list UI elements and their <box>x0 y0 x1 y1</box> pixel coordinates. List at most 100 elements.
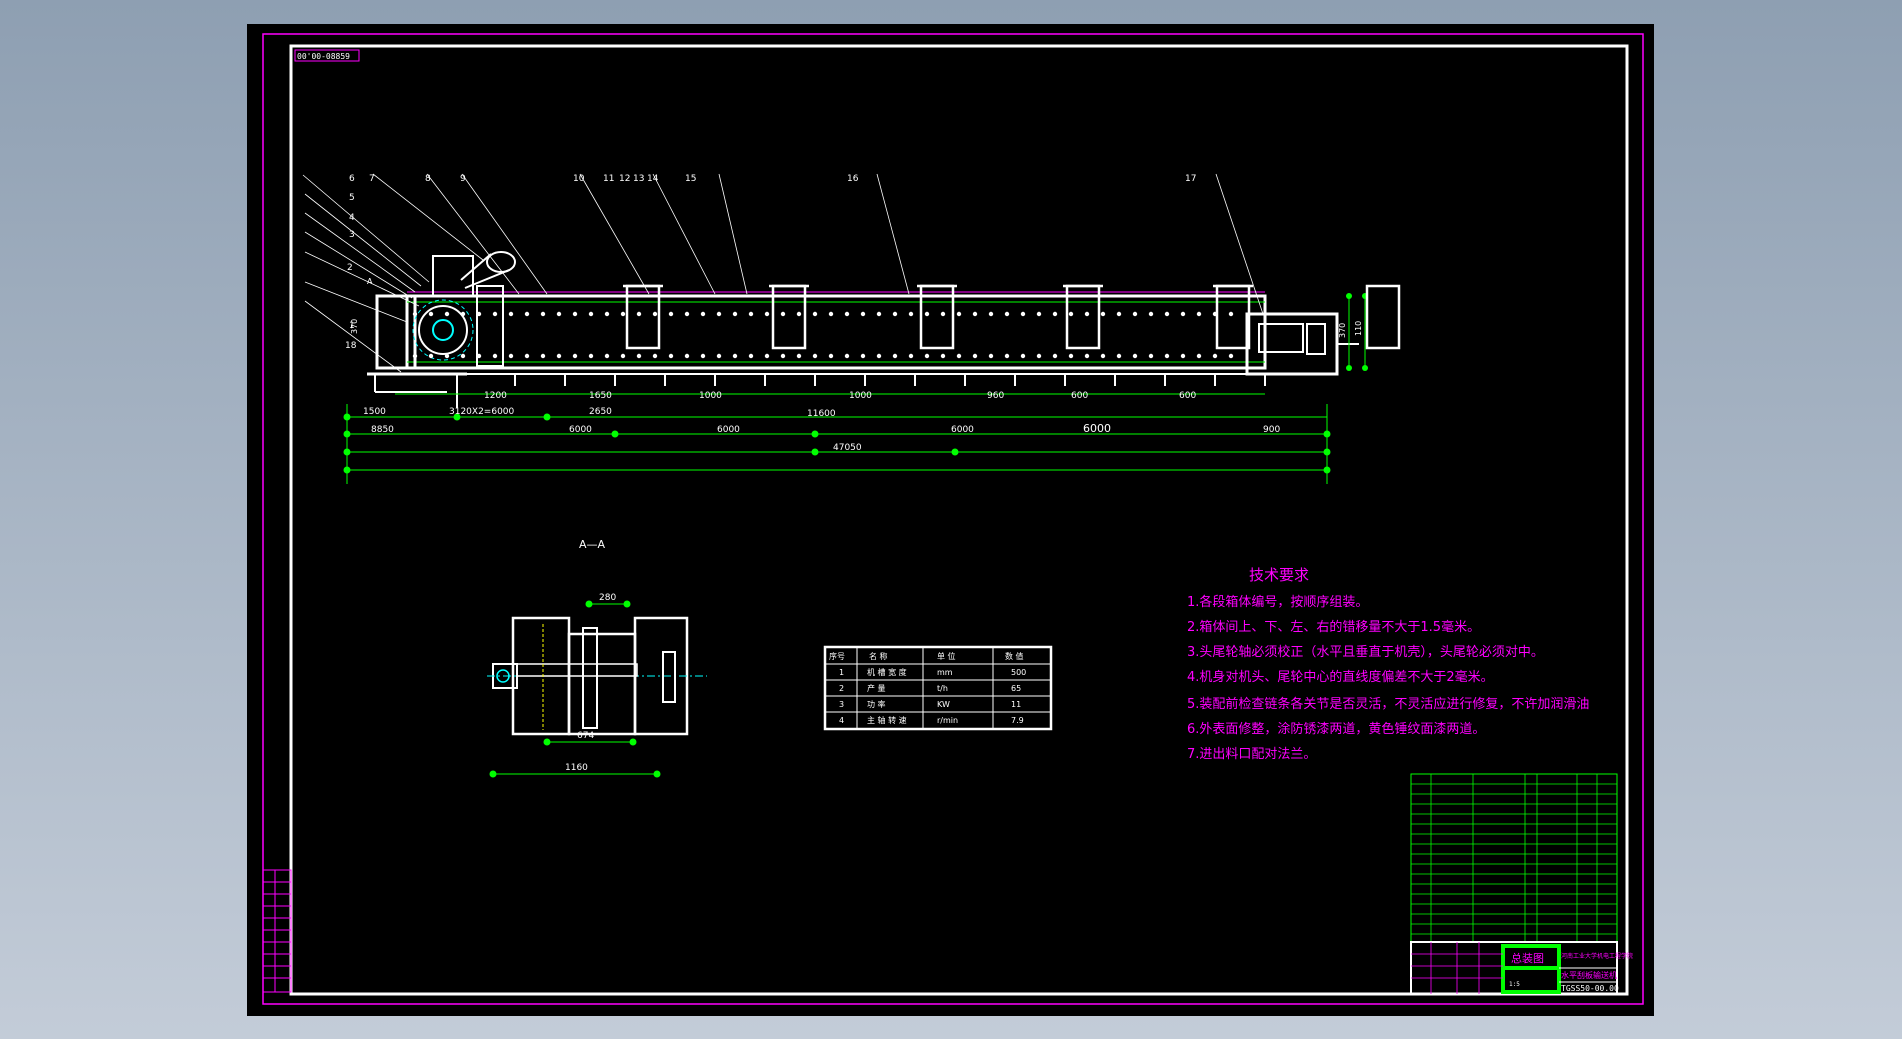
chain-link <box>1148 311 1154 317</box>
chain-link <box>972 353 978 359</box>
chain-link <box>892 311 898 317</box>
chain-link <box>1196 311 1202 317</box>
dim-text: 6000 <box>1083 422 1111 435</box>
section-dim-overall: 1160 <box>565 763 588 773</box>
chain-link <box>1180 353 1186 359</box>
part-number: 8 <box>425 174 431 184</box>
table-cell: KW <box>937 700 950 709</box>
chain-link <box>908 353 914 359</box>
support-legs <box>514 374 1266 386</box>
tech-requirements-title: 技术要求 <box>1249 566 1309 584</box>
chain-link <box>924 353 930 359</box>
chain-link <box>476 311 482 317</box>
tech-requirements: 技术要求 1.各段箱体编号，按顺序组装。 2.箱体间上、下、左、右的错移量不大于… <box>1187 566 1589 762</box>
dim-text: 47050 <box>833 443 862 453</box>
part-number: 11 <box>603 174 614 184</box>
part-number: 14 <box>647 174 659 184</box>
chain-link <box>844 311 850 317</box>
chain-link <box>604 353 610 359</box>
table-cell: 3 <box>839 700 844 709</box>
chain-link <box>492 353 498 359</box>
drawing-number: TGSS50-00.00 <box>1561 984 1619 993</box>
chain-link <box>748 311 754 317</box>
part-number: 10 <box>573 174 585 184</box>
chain-link <box>796 311 802 317</box>
chain-link <box>1004 353 1010 359</box>
section-label: A—A <box>579 538 606 551</box>
chain-link <box>892 353 898 359</box>
dim-text: 1200 <box>484 391 507 401</box>
chain-link <box>988 311 994 317</box>
inner-border <box>289 44 1629 996</box>
tech-requirement-item: 4.机身对机头、尾轮中心的直线度偏差不大于2毫米。 <box>1187 669 1494 685</box>
dim-text: 370 <box>1338 323 1347 338</box>
table-cell: 500 <box>1011 668 1026 677</box>
chain-link <box>636 353 642 359</box>
tech-requirement-item: 1.各段箱体编号，按顺序组装。 <box>1187 594 1368 610</box>
section-view <box>487 616 707 736</box>
chain-link <box>1004 311 1010 317</box>
dim-text: 11600 <box>807 409 836 419</box>
chain-link <box>1068 353 1074 359</box>
chain-link <box>908 311 914 317</box>
chain-link <box>556 311 562 317</box>
chain-link <box>412 311 418 317</box>
table-cell: 7.9 <box>1011 716 1024 725</box>
table-header: 序号 <box>829 651 845 661</box>
chain-link <box>1020 311 1026 317</box>
table-cell: 2 <box>839 684 844 693</box>
chain-link <box>748 353 754 359</box>
chain-link <box>1084 353 1090 359</box>
chain-link <box>1020 353 1026 359</box>
chain-link <box>556 353 562 359</box>
chain-link <box>1068 311 1074 317</box>
dim-text: 1000 <box>849 391 872 401</box>
chain-link <box>588 353 594 359</box>
chain-link <box>764 353 770 359</box>
table-cell: 功 率 <box>867 699 886 709</box>
chain-link <box>1052 311 1058 317</box>
chain-link <box>700 353 706 359</box>
chain-link <box>1132 311 1138 317</box>
table-cell: 主 轴 转 速 <box>867 715 907 725</box>
chain-link <box>1036 353 1042 359</box>
cad-drawing: 00'00-08859 1 2 3 4 5 6 7 8 9 10 11 12 1… <box>262 33 1644 1005</box>
parts-list <box>1410 773 1618 943</box>
dim-text: 1650 <box>589 391 612 401</box>
dimension-texts: 1200 1650 1000 1000 960 600 600 1500 312… <box>350 319 1363 453</box>
dim-text: 370 <box>350 319 359 334</box>
chain-link <box>476 353 482 359</box>
part-number: 5 <box>349 193 355 203</box>
chain-link <box>860 311 866 317</box>
dim-text: 600 <box>1179 391 1196 401</box>
chain-link <box>668 311 674 317</box>
drawing-scale: 1:5 <box>1509 981 1520 988</box>
chain-link <box>876 353 882 359</box>
chain-link <box>492 311 498 317</box>
table-header: 数 值 <box>1005 651 1024 661</box>
chain-link <box>1052 353 1058 359</box>
table-header: 名 称 <box>869 651 888 661</box>
part-number: 18 <box>345 341 357 351</box>
table-cell: 4 <box>839 716 844 725</box>
chain-link <box>1212 311 1218 317</box>
chain-link <box>1100 311 1106 317</box>
chain-link <box>716 311 722 317</box>
chain-link <box>844 353 850 359</box>
part-number: 15 <box>685 174 696 184</box>
chain-link <box>812 353 818 359</box>
part-number: 7 <box>369 174 375 184</box>
dim-text: 600 <box>1071 391 1088 401</box>
chain-link <box>828 353 834 359</box>
title-block: 总装图 河南工业大学机电工程学院 水平刮板输送机 TGSS50-00.00 1:… <box>1410 941 1633 995</box>
part-number: 13 <box>633 174 644 184</box>
chain-link <box>444 353 450 359</box>
chain-link <box>620 311 626 317</box>
chain-link <box>764 311 770 317</box>
chain-link <box>540 353 546 359</box>
chain-link <box>604 311 610 317</box>
outer-border <box>262 33 1644 1005</box>
chain-link <box>524 311 530 317</box>
part-number: 9 <box>460 174 466 184</box>
corner-drawing-number: 00'00-08859 <box>297 52 350 61</box>
